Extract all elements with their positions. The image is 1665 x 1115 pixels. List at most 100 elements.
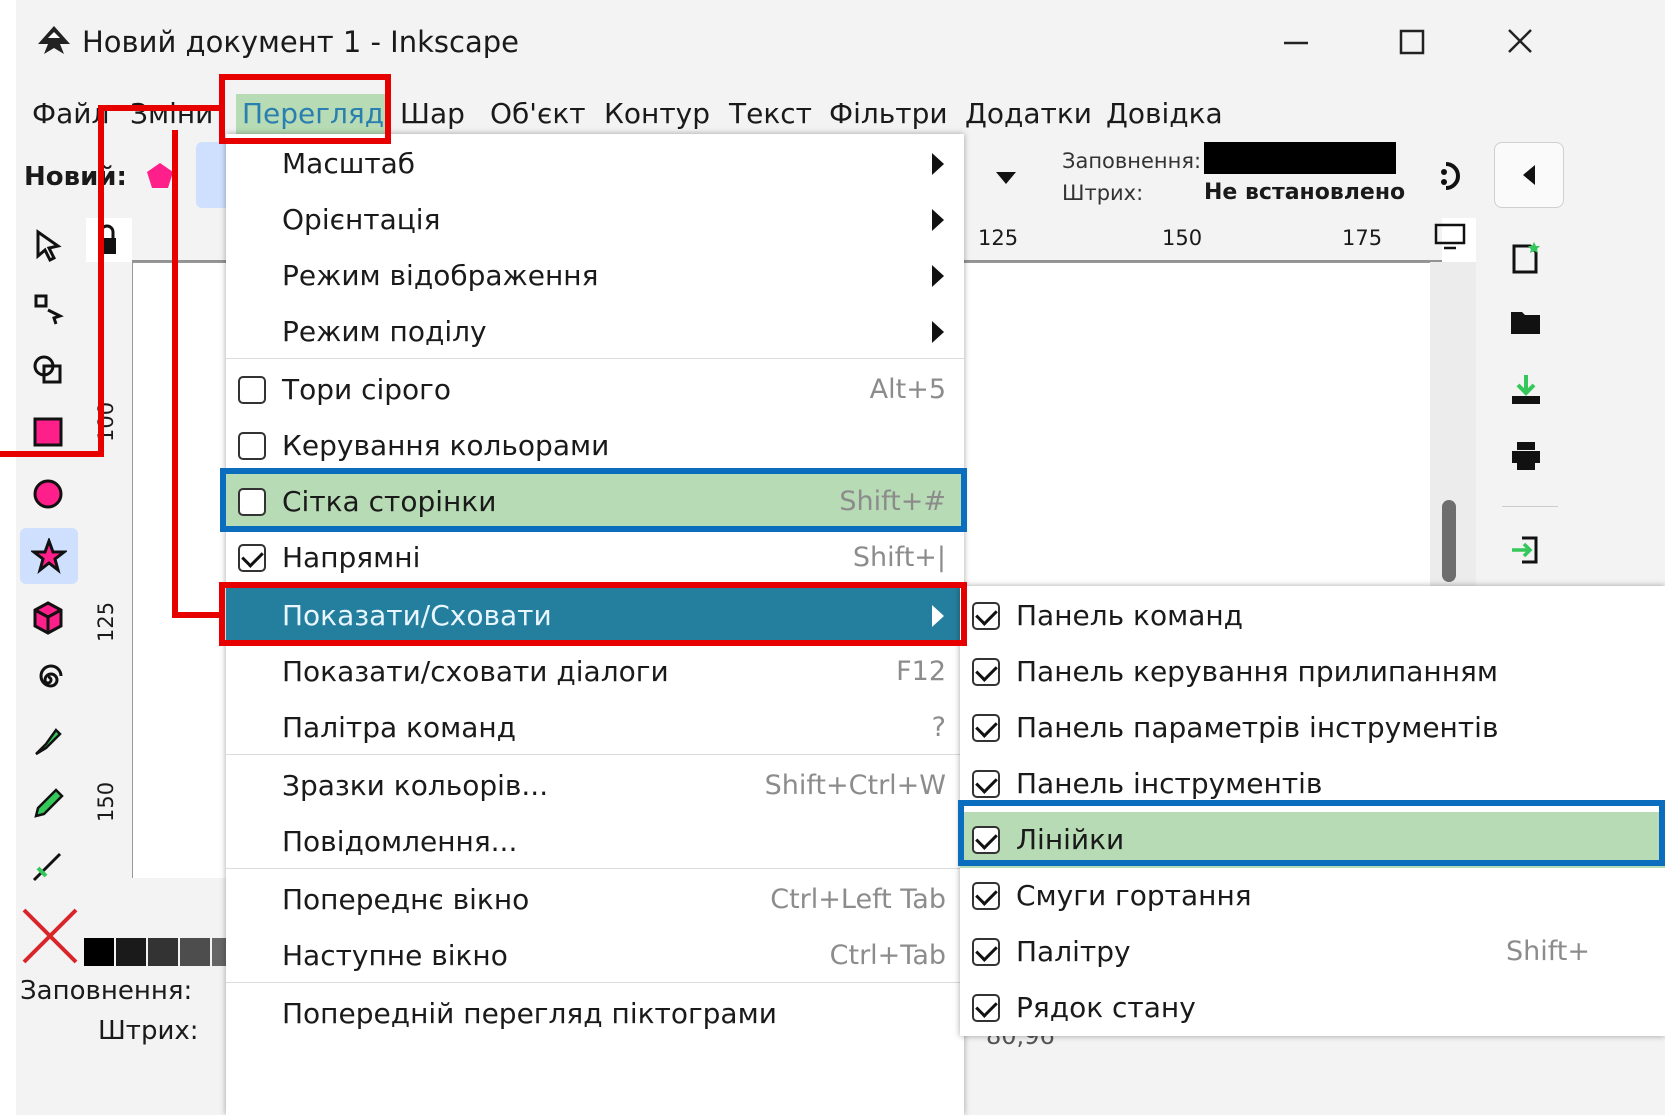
star-tool-button[interactable] [20, 528, 78, 584]
menu-item-display-mode[interactable]: Режим відображення [226, 248, 964, 304]
menu-item-color-management[interactable]: Керування кольорами [226, 418, 964, 474]
fill-swatch[interactable] [1204, 142, 1396, 174]
maximize-icon[interactable] [1381, 18, 1441, 68]
ruler-tick-label: 125 [94, 601, 118, 642]
menu-item-label: Палітра команд [282, 711, 517, 744]
menu-item-next-window[interactable]: Наступне вікно Ctrl+Tab [226, 928, 964, 984]
menu-item-shortcut: Shift+| [852, 542, 946, 573]
menu-item-show-hide-dialogs[interactable]: Показати/сховати діалоги F12 [226, 644, 964, 700]
menu-layer[interactable]: Шар [400, 94, 465, 134]
menu-item-label: Керування кольорами [282, 429, 610, 462]
annotation-connector-line [98, 105, 220, 111]
menu-item-previous-window[interactable]: Попереднє вікно Ctrl+Left Tab [226, 872, 964, 928]
open-folder-icon[interactable] [1508, 304, 1544, 340]
checkbox-checked[interactable] [972, 714, 1000, 742]
print-icon[interactable] [1508, 438, 1544, 474]
palette-swatch[interactable] [116, 938, 146, 966]
ruler-tick-label: 150 [94, 781, 118, 822]
ruler-tick-label: 125 [978, 226, 1019, 250]
lock-guides-icon[interactable] [86, 218, 132, 262]
close-icon[interactable] [1491, 18, 1551, 68]
vertical-ruler[interactable]: 100 125 150 [86, 262, 133, 878]
calligraphy-tool-icon[interactable] [30, 848, 66, 884]
menu-edit[interactable]: Зміни [130, 94, 213, 134]
menu-path[interactable]: Контур [604, 94, 710, 134]
ellipse-tool-icon[interactable] [30, 476, 66, 512]
submenu-item-tool-controls-bar[interactable]: Панель параметрів інструментів [960, 700, 1665, 756]
menu-item-label: Напрямні [282, 541, 421, 574]
stroke-label: Штрих: [1062, 181, 1144, 205]
display-mode-icon[interactable] [1432, 222, 1468, 252]
new-label: Новий: [24, 162, 127, 192]
no-paint-swatch-icon[interactable] [20, 906, 80, 966]
pencil-tool-icon[interactable] [30, 786, 66, 822]
new-document-icon[interactable] [1508, 240, 1544, 276]
stroke-value: Не встановлено [1204, 180, 1406, 205]
palette-swatch[interactable] [180, 938, 210, 966]
checkbox-checked[interactable] [972, 882, 1000, 910]
submenu-item-label: Панель інструментів [1016, 767, 1323, 800]
annotation-box-page-grid [220, 468, 967, 532]
menu-item-messages[interactable]: Повідомлення... [226, 814, 964, 870]
pen-tool-icon[interactable] [30, 724, 66, 760]
menu-extensions[interactable]: Додатки [965, 94, 1092, 134]
menu-item-label: Режим відображення [282, 259, 599, 292]
status-stroke-label: Штрих: [98, 1016, 199, 1046]
3d-box-tool-icon[interactable] [30, 600, 66, 636]
checkbox-checked[interactable] [972, 938, 1000, 966]
star-tool-icon [31, 538, 67, 574]
menu-item-split-mode[interactable]: Режим поділу [226, 304, 964, 360]
submenu-item-statusbar[interactable]: Рядок стану [960, 980, 1665, 1036]
submenu-item-palette[interactable]: Палітру Shift+ [960, 924, 1665, 980]
annotation-connector-line [0, 451, 104, 457]
inkscape-logo-icon [38, 26, 70, 54]
checkbox[interactable] [238, 376, 266, 404]
menu-item-label: Зразки кольорів... [282, 769, 549, 802]
annotation-connector-line [172, 130, 178, 618]
menu-help[interactable]: Довідка [1106, 94, 1223, 134]
palette-swatch[interactable] [84, 938, 114, 966]
checkbox[interactable] [238, 432, 266, 460]
import-icon[interactable] [1508, 532, 1544, 568]
menu-item-swatches[interactable]: Зразки кольорів... Shift+Ctrl+W [226, 758, 964, 814]
menu-item-shortcut: Shift+Ctrl+W [764, 770, 946, 801]
node-tool-icon[interactable] [30, 290, 66, 326]
checkbox-checked[interactable] [972, 602, 1000, 630]
menu-item-orientation[interactable]: Орієнтація [226, 192, 964, 248]
menu-item-shortcut: ? [931, 712, 946, 743]
checkbox-checked[interactable] [972, 770, 1000, 798]
scrollbar-thumb[interactable] [1442, 500, 1456, 582]
window-title: Новий документ 1 - Inkscape [82, 25, 519, 59]
spiral-tool-icon[interactable] [30, 662, 66, 698]
menu-filters[interactable]: Фільтри [829, 94, 948, 134]
menu-object[interactable]: Об'єкт [490, 94, 586, 134]
menu-item-command-palette[interactable]: Палітра команд ? [226, 700, 964, 756]
shape-builder-tool-icon[interactable] [30, 352, 66, 388]
collapse-panel-button[interactable] [1494, 142, 1564, 208]
menu-item-label: Повідомлення... [282, 825, 518, 858]
palette-swatch[interactable] [148, 938, 178, 966]
checkbox-checked[interactable] [972, 994, 1000, 1022]
submenu-arrow-icon [932, 265, 944, 287]
submenu-item-scrollbars[interactable]: Смуги гортання [960, 868, 1665, 924]
selector-tool-icon[interactable] [30, 228, 66, 264]
checkbox-checked[interactable] [972, 658, 1000, 686]
menu-text[interactable]: Текст [729, 94, 812, 134]
submenu-item-label: Палітру [1016, 935, 1131, 968]
menu-item-label: Наступне вікно [282, 939, 508, 972]
rectangle-tool-icon[interactable] [30, 414, 66, 450]
submenu-item-commands-bar[interactable]: Панель команд [960, 588, 1665, 644]
snap-toggle-icon[interactable] [1436, 158, 1472, 194]
minimize-icon[interactable] [1266, 18, 1326, 68]
fill-label: Заповнення: [1062, 149, 1202, 173]
dropdown-arrow-icon[interactable] [990, 162, 1022, 194]
submenu-item-snap-controls-bar[interactable]: Панель керування прилипанням [960, 644, 1665, 700]
menu-item-icon-preview[interactable]: Попередній перегляд піктограми [226, 986, 964, 1042]
checkbox-checked[interactable] [238, 544, 266, 572]
menu-item-guides[interactable]: Напрямні Shift+| [226, 530, 964, 586]
menu-item-grayscale[interactable]: Тори сірого Alt+5 [226, 362, 964, 418]
save-icon[interactable] [1508, 372, 1544, 408]
submenu-item-label: Панель команд [1016, 599, 1244, 632]
menu-item-zoom[interactable]: Масштаб [226, 136, 964, 192]
menu-item-shortcut: Alt+5 [869, 374, 946, 405]
